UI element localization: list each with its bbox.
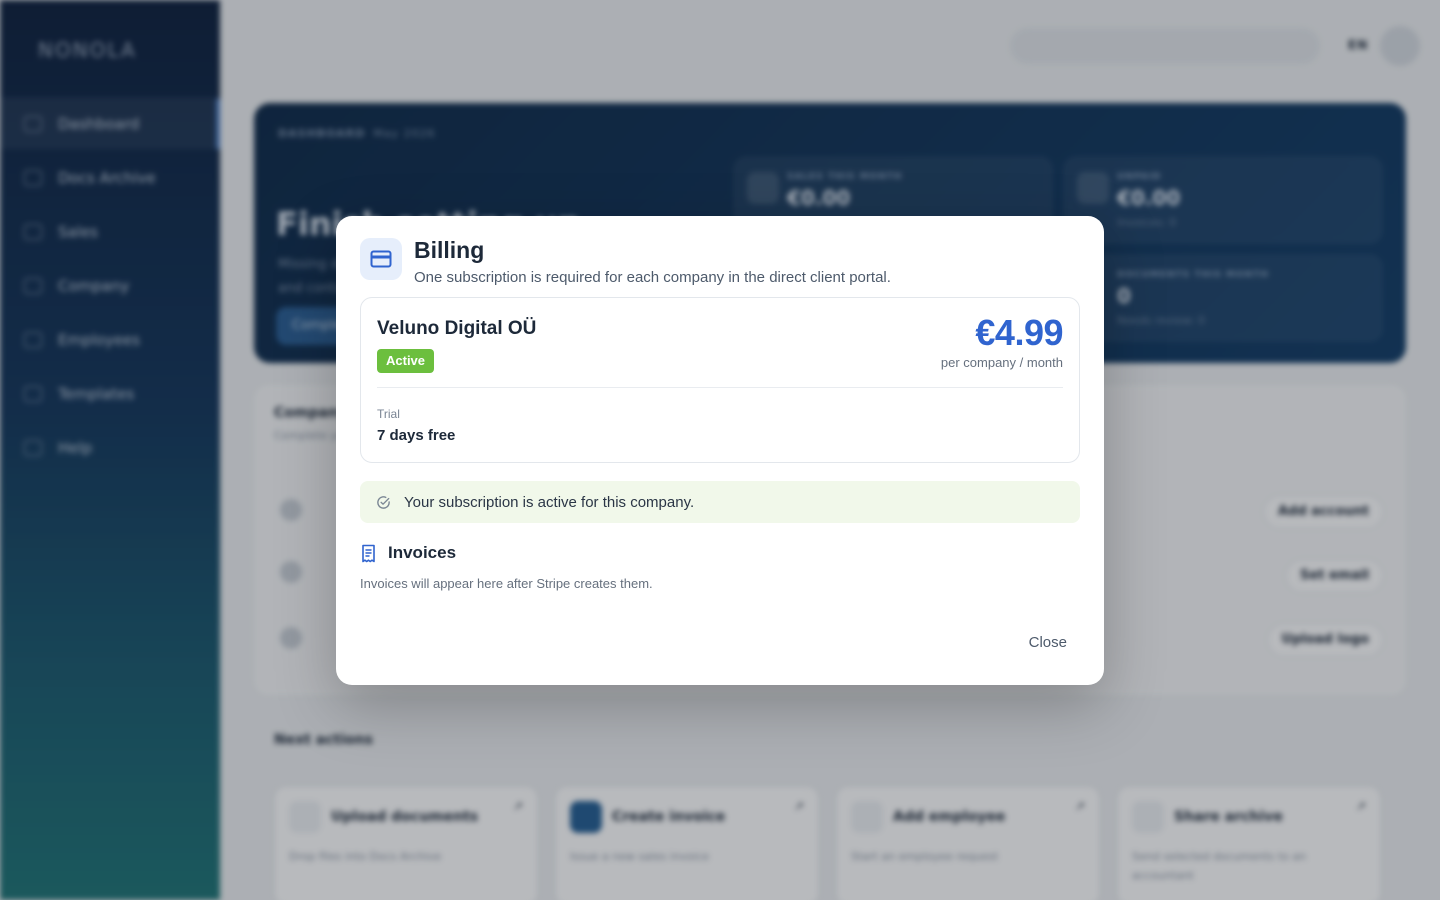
receipt-icon	[360, 544, 377, 563]
subscription-notice: Your subscription is active for this com…	[360, 481, 1080, 523]
invoices-empty-state: Invoices will appear here after Stripe c…	[360, 576, 653, 591]
price: €4.99	[975, 312, 1063, 353]
price-period: per company / month	[940, 355, 1063, 370]
trial-label: Trial	[377, 407, 400, 421]
modal-subtitle: One subscription is required for each co…	[414, 269, 891, 286]
billing-modal: Billing One subscription is required for…	[336, 216, 1104, 685]
check-circle-icon	[376, 495, 391, 510]
company-name: Veluno Digital OÜ	[377, 318, 537, 339]
invoices-header: Invoices	[360, 543, 456, 563]
close-button[interactable]: Close	[1016, 627, 1080, 657]
trial-value: 7 days free	[377, 427, 456, 444]
modal-title: Billing	[414, 237, 485, 263]
notice-text: Your subscription is active for this com…	[404, 493, 695, 511]
credit-card-icon	[360, 238, 402, 280]
divider	[377, 387, 1063, 388]
status-badge: Active	[377, 349, 435, 373]
invoices-title: Invoices	[388, 543, 457, 562]
subscription-card: Veluno Digital OÜ Active €4.99 per compa…	[360, 297, 1080, 463]
